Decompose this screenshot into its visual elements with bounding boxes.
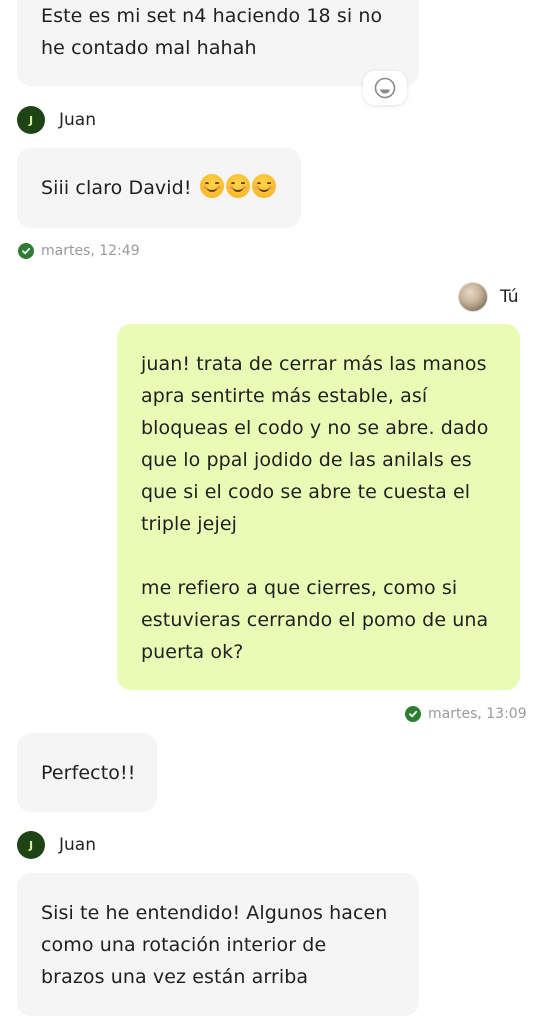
- message-text-line: bloqueas el codo y no se abre. dado: [141, 417, 489, 439]
- smiley-react-icon: [374, 77, 396, 99]
- message-text: Siii claro David!: [41, 177, 192, 199]
- message-text: Perfecto!!: [41, 762, 136, 784]
- avatar[interactable]: [458, 282, 488, 312]
- avatar[interactable]: J: [17, 831, 45, 859]
- message-text-line: que si el codo se abre te cuesta el: [141, 481, 471, 503]
- message-text-line: triple jejej: [141, 513, 238, 535]
- message-text-line: [141, 540, 496, 572]
- sender-header: Tú: [458, 282, 519, 312]
- message-bubble-outgoing[interactable]: juan! trata de cerrar más las manos apra…: [117, 324, 520, 690]
- message-bubble-incoming[interactable]: Este es mi set n4 haciendo 18 si no he c…: [17, 0, 419, 86]
- message-text-line: puerta ok?: [141, 641, 244, 663]
- message-text-line: como una rotación interior de: [41, 934, 327, 956]
- smiling-face-emoji: [199, 174, 224, 198]
- smiling-face-emoji: [225, 174, 250, 198]
- message-text-line: brazos una vez están arriba: [41, 966, 309, 988]
- add-reaction-button[interactable]: [363, 71, 407, 105]
- message-text-line: Este es mi set n4 haciendo 18 si no: [41, 5, 383, 27]
- message-text-line: he contado mal hahah: [41, 37, 257, 59]
- message-bubble-incoming[interactable]: Sisi te he entendido! Algunos hacen como…: [17, 873, 419, 1016]
- message-timestamp: martes, 12:49: [18, 243, 140, 259]
- sender-header: J Juan: [17, 831, 96, 859]
- message-text-line: apra sentirte más estable, así: [141, 385, 428, 407]
- avatar[interactable]: J: [17, 106, 45, 134]
- check-circle-icon: [405, 706, 421, 722]
- timestamp-text: martes, 13:09: [428, 706, 527, 722]
- message-text-line: juan! trata de cerrar más las manos: [141, 353, 487, 375]
- sender-name: Tú: [500, 287, 519, 307]
- sender-header: J Juan: [17, 106, 96, 134]
- timestamp-text: martes, 12:49: [41, 243, 140, 259]
- check-circle-icon: [18, 243, 34, 259]
- message-text-line: Sisi te he entendido! Algunos hacen: [41, 902, 388, 924]
- message-bubble-incoming[interactable]: Siii claro David!: [17, 148, 301, 228]
- smiling-face-emoji: [251, 174, 276, 198]
- message-timestamp: martes, 13:09: [405, 706, 527, 722]
- sender-name: Juan: [59, 110, 96, 130]
- sender-name: Juan: [59, 835, 96, 855]
- message-bubble-incoming[interactable]: Perfecto!!: [17, 733, 157, 812]
- message-text-line: me refiero a que cierres, como si: [141, 577, 458, 599]
- message-text-line: estuvieras cerrando el pomo de una: [141, 609, 489, 631]
- message-text-line: que lo ppal jodido de las anilals es: [141, 449, 472, 471]
